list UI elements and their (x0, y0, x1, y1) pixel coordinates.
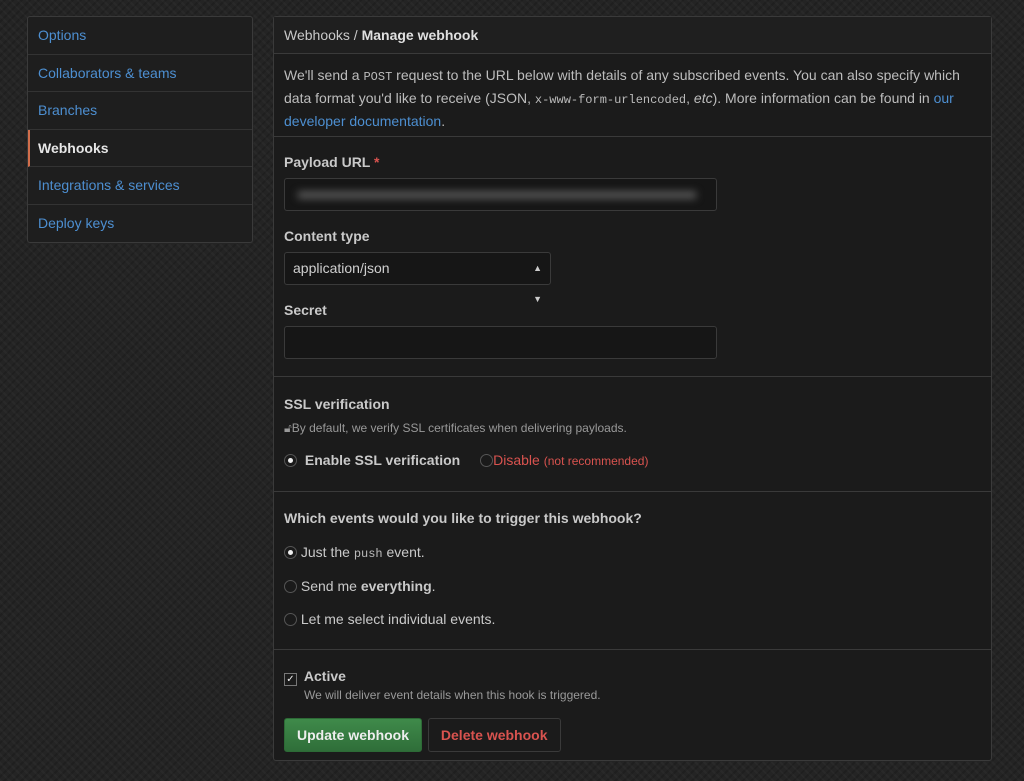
active-desc: We will deliver event details when this … (304, 688, 601, 702)
event-option-everything[interactable]: Send me everything. (284, 578, 981, 594)
everything-label-a: Send me (300, 578, 361, 594)
ssl-section: SSL verification 🔓︎By default, we verify… (274, 377, 991, 492)
intro-text-4: ). More information can be found in (712, 90, 934, 106)
event-option-push[interactable]: Just the push event. (284, 544, 981, 561)
active-section: ✓ Active We will deliver event details w… (274, 650, 991, 752)
content-type-value: application/json (293, 260, 390, 276)
push-label-a: Just the (300, 544, 354, 560)
ssl-desc-text: By default, we verify SSL certificates w… (291, 421, 627, 435)
post-code: POST (363, 70, 393, 84)
manage-webhook-panel: Webhooks / Manage webhook We'll send a P… (273, 16, 992, 761)
intro-text-5: . (441, 113, 446, 129)
active-option[interactable]: ✓ Active (284, 668, 981, 686)
push-label-b: event. (382, 544, 425, 560)
payload-url-label: Payload URL * (284, 154, 981, 170)
sidebar-item-deploy-keys[interactable]: Deploy keys (28, 205, 252, 243)
secret-label: Secret (284, 302, 327, 318)
sidebar-item-collaborators[interactable]: Collaborators & teams (28, 55, 252, 92)
sidebar-item-webhooks[interactable]: Webhooks (28, 129, 252, 167)
content-type-label: Content type (284, 228, 370, 244)
events-title: Which events would you like to trigger t… (284, 510, 642, 526)
enable-ssl-radio[interactable] (284, 454, 297, 467)
ssl-desc: 🔓︎By default, we verify SSL certificates… (284, 421, 981, 436)
config-section: Payload URL * Content type application/j… (274, 137, 991, 377)
push-code: push (353, 547, 383, 561)
sidebar-item-options[interactable]: Options (28, 17, 252, 55)
secret-input[interactable] (284, 326, 717, 359)
ssl-title: SSL verification (284, 396, 390, 412)
enable-ssl-label[interactable]: Enable SSL verification (305, 452, 460, 468)
active-label: Active (303, 668, 346, 684)
intro-etc: etc (693, 90, 713, 106)
everything-label-b: everything (360, 578, 432, 594)
sidebar-item-branches[interactable]: Branches (28, 92, 252, 130)
active-checkbox[interactable]: ✓ (284, 673, 297, 686)
required-marker: * (374, 154, 380, 170)
payload-url-label-text: Payload URL (284, 154, 371, 170)
ssl-options: Enable SSL verification Disable (not rec… (284, 452, 981, 468)
disable-ssl-note: (not recommended) (543, 454, 649, 468)
intro-text: We'll send a POST request to the URL bel… (274, 54, 991, 137)
breadcrumb-webhooks[interactable]: Webhooks (284, 27, 350, 43)
push-radio[interactable] (284, 546, 297, 559)
events-section: Which events would you like to trigger t… (274, 492, 991, 650)
disable-ssl-label[interactable]: Disable (493, 452, 540, 468)
breadcrumb: Webhooks / Manage webhook (274, 17, 991, 54)
event-option-individual[interactable]: Let me select individual events. (284, 611, 981, 627)
disable-ssl-radio[interactable] (480, 454, 494, 467)
individual-label: Let me select individual events. (300, 611, 496, 627)
form-actions: Update webhook Delete webhook (284, 718, 981, 752)
everything-radio[interactable] (284, 580, 297, 593)
breadcrumb-separator: / (349, 27, 362, 43)
lock-icon: 🔓︎ (284, 421, 292, 435)
payload-url-input[interactable] (284, 178, 717, 211)
select-arrows-icon: ▲ ▼ (533, 263, 542, 304)
format-code: x-www-form-urlencoded (534, 93, 687, 107)
blurred-url (297, 191, 697, 199)
delete-webhook-button[interactable]: Delete webhook (427, 718, 561, 752)
page-title: Manage webhook (361, 27, 479, 43)
sidebar-item-integrations[interactable]: Integrations & services (28, 167, 252, 205)
intro-text-3: , (686, 90, 694, 106)
intro-text-1: We'll send a (284, 67, 364, 83)
individual-radio[interactable] (284, 613, 297, 626)
update-webhook-button[interactable]: Update webhook (284, 718, 423, 752)
everything-label-c: . (431, 578, 436, 594)
content-type-select[interactable]: application/json ▲ ▼ (284, 252, 551, 304)
settings-sidebar: Options Collaborators & teams Branches W… (27, 16, 253, 243)
